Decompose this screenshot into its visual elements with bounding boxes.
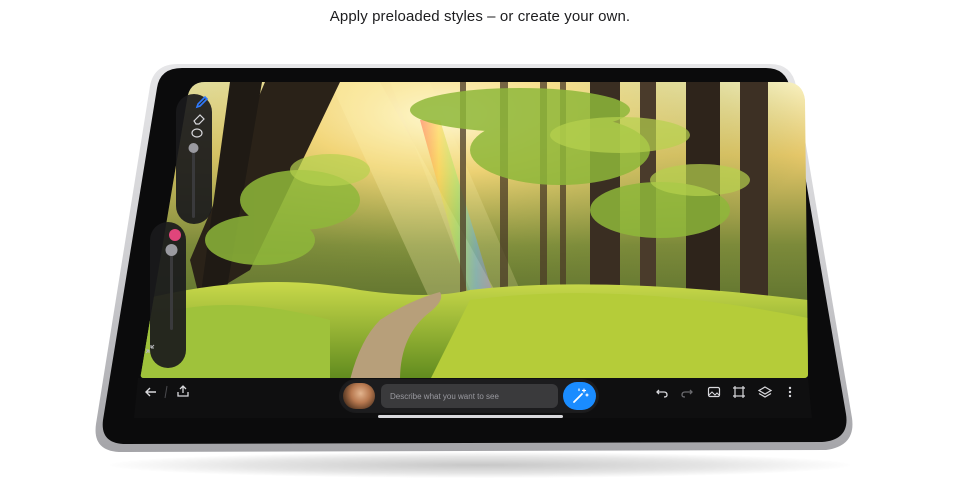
crop-icon[interactable]	[732, 385, 746, 399]
size-slider[interactable]	[186, 140, 202, 220]
layers-icon[interactable]	[758, 385, 772, 399]
toolbar-divider	[163, 384, 169, 400]
redo-icon[interactable]	[680, 385, 694, 399]
eraser-icon[interactable]	[192, 112, 206, 126]
magic-wand-icon	[573, 388, 589, 403]
collapse-icon[interactable]	[143, 342, 157, 356]
app-ui: Describe what you want to see	[0, 0, 960, 488]
brush-color-swatch[interactable]	[168, 228, 182, 242]
share-icon[interactable]	[176, 384, 190, 398]
lasso-icon[interactable]	[190, 127, 204, 141]
opacity-slider[interactable]	[162, 242, 180, 332]
generate-button[interactable]	[563, 382, 596, 410]
prompt-placeholder: Describe what you want to see	[390, 392, 499, 401]
more-icon[interactable]	[786, 385, 794, 399]
home-indicator	[378, 415, 563, 418]
undo-icon[interactable]	[655, 385, 669, 399]
back-arrow-icon[interactable]	[144, 385, 158, 399]
pencil-icon[interactable]	[195, 96, 209, 110]
add-image-icon[interactable]	[707, 385, 721, 399]
avatar[interactable]	[343, 383, 375, 409]
tablet-device: Describe what you want to see	[0, 0, 960, 488]
